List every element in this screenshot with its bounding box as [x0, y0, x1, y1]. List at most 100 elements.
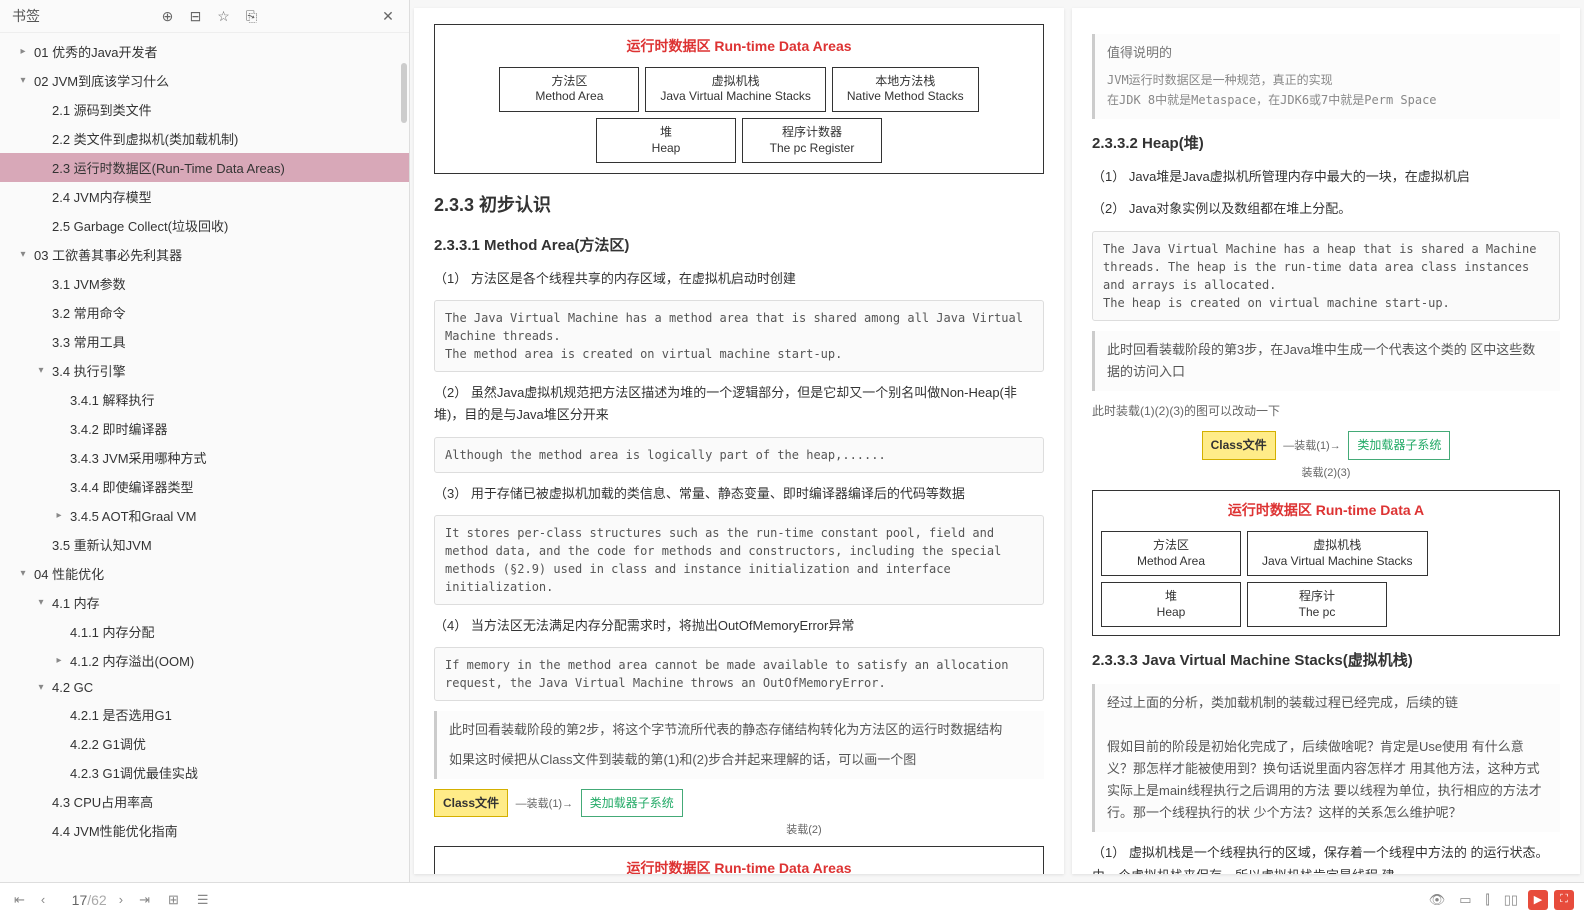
bookmark-item[interactable]: ▾ 4.1 内存	[0, 588, 409, 617]
bookmark-item[interactable]: 2.4 JVM内存模型	[0, 182, 409, 211]
bookmark-item[interactable]: 3.4.4 即使编译器类型	[0, 472, 409, 501]
diagram-title: 运行时数据区 Run-time Data Areas	[443, 35, 1035, 59]
note-block: 值得说明的 JVM运行时数据区是一种规范，真正的实现 在JDK 8中就是Meta…	[1092, 34, 1560, 119]
note-block: 此时回看装载阶段的第2步，将这个字节流所代表的静态存储结构转化为方法区的运行时数…	[434, 711, 1044, 779]
bookmark-label: 4.2 GC	[52, 680, 93, 695]
bookmark-item[interactable]: 3.4.2 即时编译器	[0, 414, 409, 443]
close-icon[interactable]: ✕	[379, 7, 397, 25]
bookmark-label: 3.4.5 AOT和Graal VM	[70, 506, 196, 525]
toggle-icon[interactable]: ▾	[34, 682, 48, 693]
toggle-icon[interactable]: ▸	[52, 655, 66, 666]
arrow-label: 装载(2)(3)	[1092, 464, 1560, 483]
toggle-icon[interactable]: ▸	[16, 46, 30, 57]
fullscreen-icon[interactable]: ⛶	[1554, 890, 1574, 910]
bookmark-item[interactable]: 2.3 运行时数据区(Run-Time Data Areas)	[0, 153, 409, 182]
annotation-add-icon[interactable]: ⊞	[164, 890, 183, 910]
bookmark-item[interactable]: 3.2 常用命令	[0, 298, 409, 327]
bookmark-item[interactable]: 4.1.1 内存分配	[0, 617, 409, 646]
code-block: The Java Virtual Machine has a heap that…	[1092, 231, 1560, 321]
bookmark-item[interactable]: ▾3.4 执行引擎	[0, 356, 409, 385]
section-heading-2332: 2.3.3.2 Heap(堆)	[1092, 131, 1560, 157]
toggle-icon[interactable]: ▾	[34, 597, 48, 608]
bookmark-label: 4.1 内存	[52, 593, 100, 612]
paragraph: （1） Java堆是Java虚拟机所管理内存中最大的一块，在虚拟机启	[1092, 166, 1560, 188]
diagram-cell: 堆Heap	[596, 118, 736, 163]
toggle-icon[interactable]: ▸	[52, 510, 66, 521]
next-page-button[interactable]: ›	[115, 890, 127, 909]
paragraph: （1） 方法区是各个线程共享的内存区域，在虚拟机启动时创建	[434, 268, 1044, 290]
bookmark-item[interactable]: 3.3 常用工具	[0, 327, 409, 356]
prev-page-button[interactable]: ‹	[37, 890, 49, 909]
page-left: 运行时数据区 Run-time Data Areas 方法区Method Are…	[414, 8, 1064, 874]
diagram-cell: 堆Heap	[1101, 582, 1241, 627]
bookmark-item[interactable]: 3.4.3 JVM采用哪种方式	[0, 443, 409, 472]
bookmark-export-icon[interactable]: ⎘	[243, 7, 261, 25]
bookmark-label: 3.4.2 即时编译器	[70, 419, 168, 438]
bookmark-item[interactable]: 2.1 源码到类文件	[0, 95, 409, 124]
paragraph: （4） 当方法区无法满足内存分配需求时，将抛出OutOfMemoryError异…	[434, 615, 1044, 637]
bookmark-label: 3.4.1 解释执行	[70, 390, 155, 409]
section-heading-233: 2.3.3 初步认识	[434, 190, 1044, 221]
scrollbar-thumb[interactable]	[401, 63, 407, 123]
single-page-icon[interactable]: ▭	[1455, 890, 1475, 910]
bookmark-item[interactable]: ▸01 优秀的Java开发者	[0, 37, 409, 66]
bookmark-label: 4.2.1 是否选用G1	[70, 705, 172, 724]
bookmark-label: 3.3 常用工具	[52, 332, 126, 351]
bookmark-label: 3.4.4 即使编译器类型	[70, 477, 194, 496]
bookmark-item[interactable]: ▾04 性能优化	[0, 559, 409, 588]
bookmark-item[interactable]: 4.2.1 是否选用G1	[0, 700, 409, 729]
bookmark-tree[interactable]: ▸01 优秀的Java开发者 ▾ 02 JVM到底该学习什么 2.1 源码到类文件 2.…	[0, 33, 409, 882]
diagram-title: 运行时数据区 Run-time Data Areas	[443, 857, 1035, 874]
flow-diagram: Class文件 —装载(1)→ 类加载器子系统 装载(2)	[434, 789, 1044, 840]
diagram-cell: 方法区Method Area	[1101, 531, 1241, 576]
toggle-icon[interactable]: ▾	[16, 249, 30, 260]
diagram-cell: 程序计数器The pc Register	[742, 118, 882, 163]
bookmark-label: 3.1 JVM参数	[52, 274, 126, 293]
classloader-box: 类加载器子系统	[581, 789, 683, 817]
new-bookmark-icon[interactable]: ⊕	[159, 7, 177, 25]
bookmark-item[interactable]: 4.3 CPU占用率高	[0, 787, 409, 816]
code-block: The Java Virtual Machine has a method ar…	[434, 300, 1044, 372]
bookmark-item[interactable]: 4.2.3 G1调优最佳实战	[0, 758, 409, 787]
code-block: Although the method area is logically pa…	[434, 437, 1044, 473]
bookmark-item[interactable]: ▸ 3.4.5 AOT和Graal VM	[0, 501, 409, 530]
bookmark-item[interactable]: ▾ 02 JVM到底该学习什么	[0, 66, 409, 95]
bookmark-item[interactable]: 4.4 JVM性能优化指南	[0, 816, 409, 845]
bookmark-label: 4.2.2 G1调优	[70, 734, 146, 753]
diagram-cell: 方法区Method Area	[499, 67, 639, 112]
page-indicator[interactable]: 17 /62	[57, 892, 106, 908]
last-page-button[interactable]: ⇥	[135, 890, 154, 910]
flow-diagram: Class文件 —装载(1)→ 类加载器子系统 装载(2)(3)	[1092, 431, 1560, 482]
bookmark-add-icon[interactable]: ☆	[215, 7, 233, 25]
bookmark-label: 3.5 重新认知JVM	[52, 535, 152, 554]
statusbar: ⇤ ‹ 17 /62 › ⇥ ⊞ ☰ 👁 ▭ ⫿ ▯▯ ▶ ⛶	[0, 882, 1584, 916]
diagram-cell: 虚拟机栈Java Virtual Machine Stacks	[1247, 531, 1428, 576]
bookmark-item[interactable]: ▸4.1.2 内存溢出(OOM)	[0, 646, 409, 675]
bookmark-item[interactable]: 3.4.1 解释执行	[0, 385, 409, 414]
bookmark-item[interactable]: 4.2.2 G1调优	[0, 729, 409, 758]
annotation-list-icon[interactable]: ☰	[193, 890, 213, 910]
bookmark-item[interactable]: 2.5 Garbage Collect(垃圾回收)	[0, 211, 409, 240]
arrow-label: —装载(1)→	[1283, 440, 1340, 452]
outline-collapse-icon[interactable]: ⊟	[187, 7, 205, 25]
bookmark-item[interactable]: 3.1 JVM参数	[0, 269, 409, 298]
bookmark-label: 02 JVM到底该学习什么	[34, 71, 169, 90]
facing-pages-icon[interactable]: ▯▯	[1500, 890, 1522, 910]
toggle-icon[interactable]: ▾	[16, 75, 30, 86]
bookmark-item[interactable]: ▾ 03 工欲善其事必先利其器	[0, 240, 409, 269]
eye-icon[interactable]: 👁	[1425, 890, 1450, 910]
bookmark-label: 2.1 源码到类文件	[52, 100, 152, 119]
bookmark-item[interactable]: ▾ 4.2 GC	[0, 675, 409, 700]
note-title: 值得说明的	[1107, 42, 1548, 64]
bookmark-label: 03 工欲善其事必先利其器	[34, 245, 182, 264]
toggle-icon[interactable]: ▾	[34, 365, 48, 376]
bookmark-label: 4.3 CPU占用率高	[52, 792, 153, 811]
bookmark-item[interactable]: 2.2 类文件到虚拟机(类加载机制)	[0, 124, 409, 153]
continuous-page-icon[interactable]: ⫿	[1482, 890, 1494, 910]
bookmark-item[interactable]: 3.5 重新认知JVM	[0, 530, 409, 559]
current-page[interactable]: 17	[57, 892, 87, 908]
first-page-button[interactable]: ⇤	[10, 890, 29, 910]
toggle-icon[interactable]: ▾	[16, 568, 30, 579]
sidebar-header: 书签 ⊕ ⊟ ☆ ⎘ ✕	[0, 0, 409, 33]
play-icon[interactable]: ▶	[1528, 890, 1548, 910]
